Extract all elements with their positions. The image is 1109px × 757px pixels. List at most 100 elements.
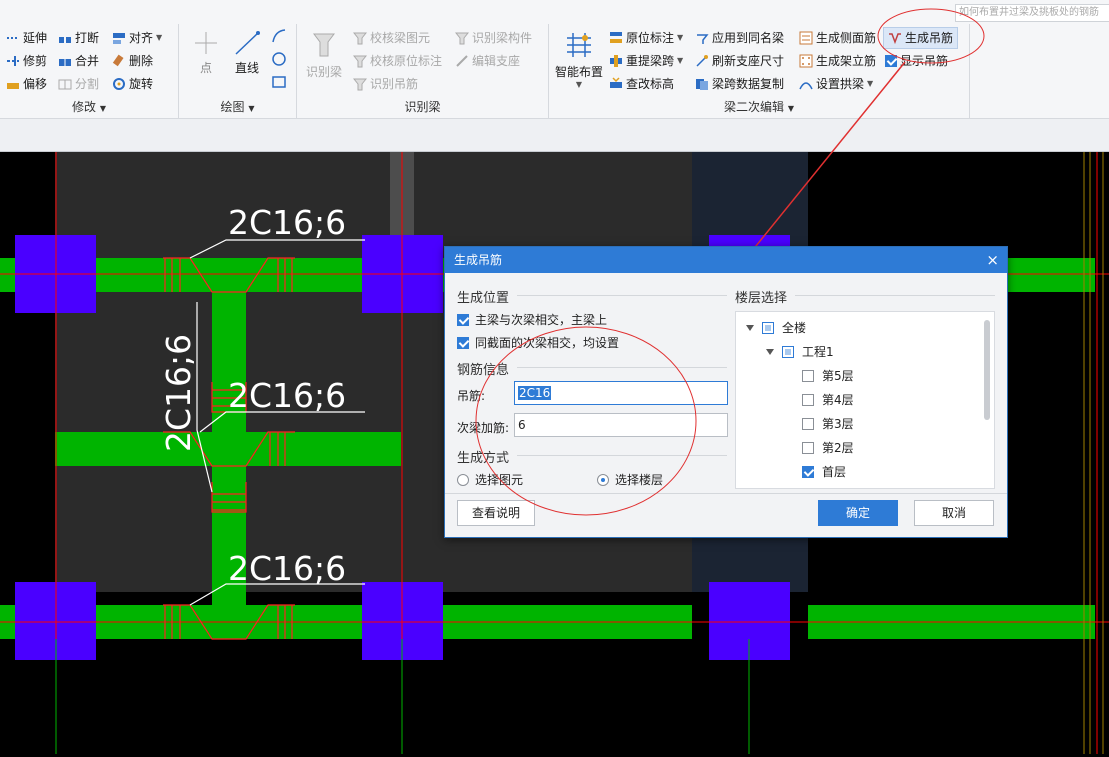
checkbox[interactable] [802, 393, 814, 406]
expand-icon[interactable] [746, 324, 754, 331]
check-original-mark-button[interactable]: 校核原位标注 [352, 51, 442, 71]
edit-support-button[interactable]: 编辑支座 [455, 51, 520, 71]
checkbox[interactable] [802, 465, 814, 478]
rebar-annotation-top[interactable]: 2C16;6 [228, 203, 346, 242]
trim-icon [6, 54, 20, 68]
check-beam-button[interactable]: 校核梁图元 [352, 28, 430, 48]
span-copy-label: 梁跨数据复制 [712, 77, 785, 91]
gen-hanger-button[interactable]: 生成吊筋 [883, 27, 959, 49]
split-button[interactable]: 分割 [58, 74, 99, 94]
expand-icon[interactable] [766, 348, 774, 355]
tree-node-all[interactable]: 全楼 [746, 319, 806, 336]
close-icon[interactable]: × [986, 247, 999, 273]
rotate-button[interactable]: 旋转 [112, 74, 153, 94]
trim-button[interactable]: 修剪 [6, 51, 47, 71]
merge-button[interactable]: 合并 [58, 51, 99, 71]
checkbox[interactable] [802, 369, 814, 382]
rebar-annotation-bottom[interactable]: 2C16;6 [228, 549, 346, 588]
delete-button[interactable]: 删除 [112, 51, 153, 71]
smart-layout-button[interactable]: 智能布置 ▼ [553, 30, 605, 89]
break-button[interactable]: 打断 [58, 28, 99, 48]
tree-node-floor3[interactable]: 第3层 [802, 415, 854, 432]
merge-label: 合并 [75, 54, 100, 68]
cancel-button[interactable]: 取消 [914, 500, 994, 526]
align-icon [112, 31, 126, 45]
recognize-beam-icon [313, 33, 335, 57]
rotate-icon [112, 77, 126, 91]
pos-option-same-section[interactable]: 同截面的次梁相交，均设置 [457, 334, 619, 351]
group-draw-label: 绘图 ▼ [220, 100, 255, 114]
tree-node-floor2[interactable]: 第2层 [802, 439, 854, 456]
dialog-title: 生成吊筋 [454, 253, 503, 267]
side-rebar-label: 生成侧面筋 [816, 31, 877, 45]
original-mark-label: 原位标注 [626, 31, 675, 45]
help-button[interactable]: 查看说明 [457, 500, 535, 526]
align-button[interactable]: 对齐 ▼ [112, 28, 162, 48]
checkbox[interactable] [457, 336, 469, 349]
recognize-part-label: 识别梁构件 [472, 31, 533, 45]
arc-icon[interactable] [271, 28, 287, 47]
dialog-titlebar[interactable]: 生成吊筋 × [445, 247, 1007, 273]
extra-rebar-input[interactable]: 6 [514, 413, 728, 437]
search-input[interactable]: 如何布置井过梁及挑板处的钢筋 [955, 4, 1109, 22]
offset-button[interactable]: 偏移 [6, 74, 47, 94]
divider [517, 455, 727, 456]
recognize-beam-button[interactable]: 识别梁 [303, 30, 345, 80]
hanger-input[interactable]: 2C16 [514, 381, 728, 405]
extend-label: 延伸 [23, 31, 48, 45]
line-button[interactable]: 直线 [229, 30, 265, 76]
recognize-beam-part-button[interactable]: 识别梁构件 [454, 28, 533, 48]
rect-icon[interactable] [271, 74, 287, 93]
tree-node-floor5[interactable]: 第5层 [802, 367, 854, 384]
check-beam-icon [352, 31, 368, 45]
recognize-hanger-button[interactable]: 识别吊筋 [352, 74, 418, 94]
checkbox[interactable] [782, 345, 794, 358]
radio[interactable] [597, 473, 609, 486]
ok-button[interactable]: 确定 [818, 500, 898, 526]
set-arch-beam-button[interactable]: 设置拱梁 ▼ [799, 74, 873, 94]
line-icon [235, 31, 260, 55]
method-select-floor[interactable]: 选择楼层 [597, 471, 663, 488]
tree-scrollbar[interactable] [984, 320, 990, 420]
point-icon [195, 32, 217, 54]
point-button[interactable]: 点 [191, 30, 221, 76]
gen-side-rebar-button[interactable]: 生成侧面筋 [799, 28, 876, 48]
span-copy-button[interactable]: 梁跨数据复制 [695, 74, 784, 94]
checkbox[interactable] [762, 321, 774, 334]
refresh-support-button[interactable]: 刷新支座尺寸 [695, 51, 784, 71]
ribbon: 如何布置井过梁及挑板处的钢筋 延伸 打断 对齐 ▼ 修剪 合并 删除 偏移 分割 … [0, 0, 1109, 119]
rebar-annotation-vertical[interactable]: 2C16;6 [159, 334, 198, 452]
tree-node-floor1[interactable]: 首层 [802, 463, 846, 480]
gen-hanger-label: 生成吊筋 [905, 31, 954, 45]
extend-button[interactable]: 延伸 [6, 28, 47, 48]
hanger-label: 吊筋: [457, 389, 486, 403]
checkbox[interactable] [802, 441, 814, 454]
original-mark-icon [609, 31, 623, 45]
checkbox[interactable] [457, 313, 469, 326]
show-hanger-toggle[interactable]: 显示吊筋 [885, 51, 948, 71]
gen-erection-rebar-button[interactable]: 生成架立筋 [799, 51, 876, 71]
check-elevation-button[interactable]: 查改标高 [609, 74, 674, 94]
divider [795, 295, 995, 296]
method-select-element[interactable]: 选择图元 [457, 471, 523, 488]
apply-icon [695, 31, 709, 45]
line-label: 直线 [234, 61, 259, 75]
break-icon [58, 31, 72, 45]
show-hanger-checkbox[interactable] [885, 55, 897, 67]
delete-label: 删除 [129, 54, 154, 68]
circle-icon[interactable] [271, 51, 287, 70]
pos-option-main-beam[interactable]: 主梁与次梁相交，主梁上 [457, 311, 607, 328]
apply-same-name-button[interactable]: 应用到同名梁 [695, 28, 784, 48]
checkbox[interactable] [802, 417, 814, 430]
merge-icon [58, 54, 72, 68]
group-modify-label: 修改 ▼ [72, 100, 106, 114]
tree-node-floor4[interactable]: 第4层 [802, 391, 854, 408]
break-label: 打断 [75, 31, 100, 45]
tree-node-project[interactable]: 工程1 [766, 343, 834, 360]
split-icon [58, 77, 72, 91]
rebar-annotation-middle[interactable]: 2C16;6 [228, 376, 346, 415]
re-extract-span-button[interactable]: 重提梁跨 ▼ [609, 51, 683, 71]
radio[interactable] [457, 473, 469, 486]
original-mark-button[interactable]: 原位标注 ▼ [609, 28, 683, 48]
floor-tree[interactable]: 全楼 工程1 第5层 第4层 第3层 第2层 首层 [735, 311, 995, 489]
